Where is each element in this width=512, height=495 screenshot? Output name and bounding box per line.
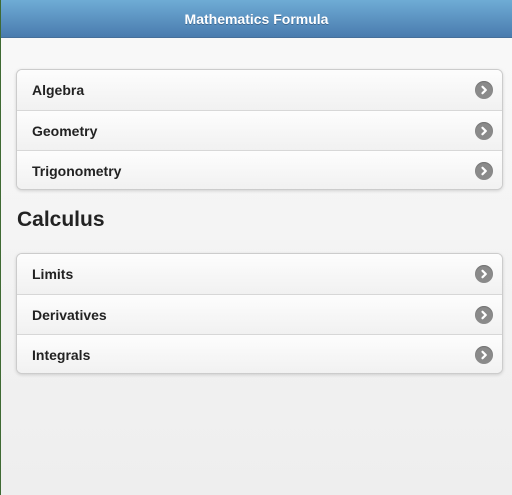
list-item-label: Geometry	[32, 122, 98, 139]
list-item-label: Integrals	[32, 346, 91, 363]
list-item-label: Algebra	[32, 82, 85, 98]
topics-list: Algebra Geometry Trigonometry	[16, 69, 503, 190]
list-item-derivatives[interactable]: Derivatives	[17, 294, 502, 334]
chevron-right-icon	[475, 345, 493, 364]
list-item-limits[interactable]: Limits	[17, 254, 502, 294]
chevron-right-icon	[475, 265, 493, 283]
section-heading-calculus: Calculus	[17, 208, 105, 231]
app-header: Mathematics Formula	[1, 0, 512, 38]
list-item-algebra[interactable]: Algebra	[17, 70, 502, 110]
list-item-trigonometry[interactable]: Trigonometry	[17, 150, 502, 189]
list-item-label: Trigonometry	[32, 162, 122, 179]
list-item-label: Derivatives	[32, 306, 107, 323]
chevron-right-icon	[475, 121, 493, 140]
chevron-right-icon	[475, 305, 493, 324]
list-item-integrals[interactable]: Integrals	[17, 334, 502, 373]
calculus-list: Limits Derivatives Integrals	[16, 253, 503, 374]
page-title: Mathematics Formula	[184, 10, 329, 27]
list-item-label: Limits	[32, 266, 74, 282]
chevron-right-icon	[475, 81, 493, 99]
list-item-geometry[interactable]: Geometry	[17, 110, 502, 150]
chevron-right-icon	[475, 161, 493, 180]
